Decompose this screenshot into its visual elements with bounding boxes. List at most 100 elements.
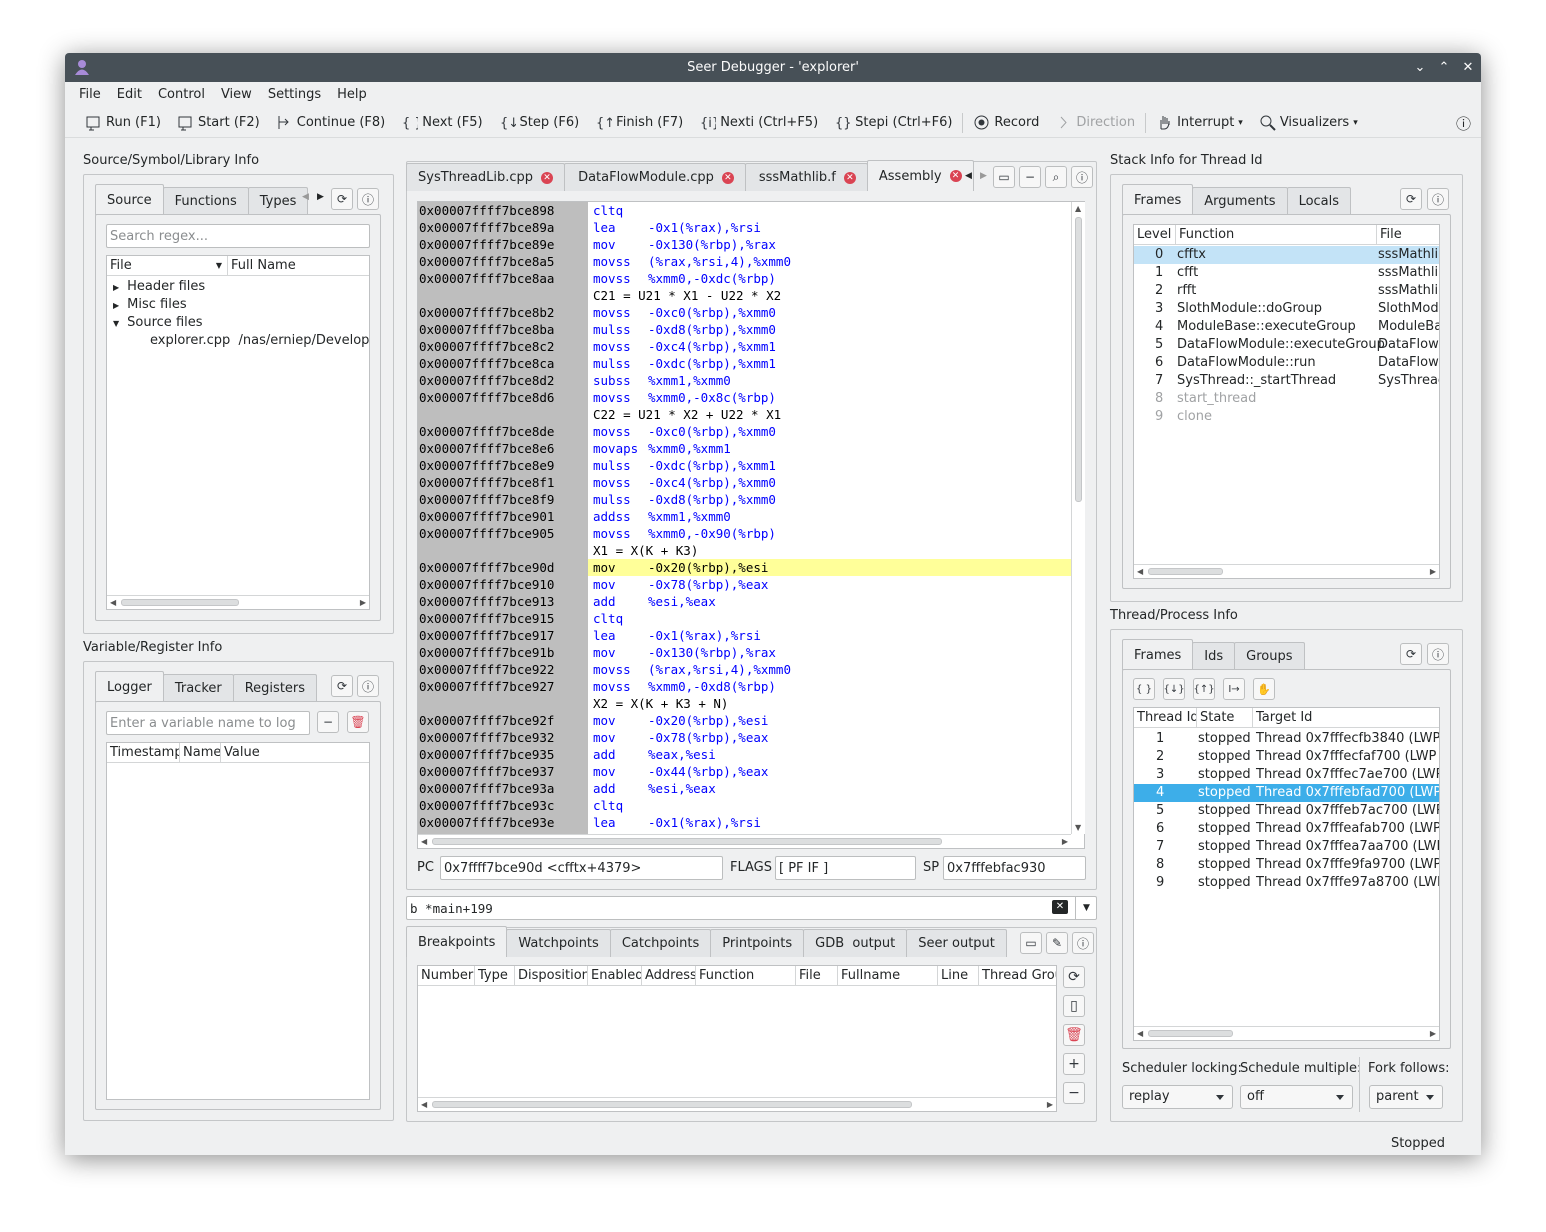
tab-printpoints[interactable]: Printpoints <box>710 929 805 957</box>
instruction-row[interactable]: 0x00007ffff7bce8ba mulss -0xd8(%rbp),%xmm0 <box>418 321 1073 338</box>
close-file-button[interactable]: − <box>1019 166 1041 188</box>
tab-scroll-left-icon[interactable]: ◀ <box>965 171 972 181</box>
step-button[interactable]: {↓}Step (F6) <box>491 110 588 136</box>
delete-breakpoint-button[interactable]: 🗑 <box>1063 1024 1085 1046</box>
tab-gdb-output[interactable]: GDB output <box>803 929 908 957</box>
source-line[interactable]: X1 = X(K + K3) <box>418 542 1073 559</box>
run-button[interactable]: Run (F1) <box>77 110 169 136</box>
tab-catchpoints[interactable]: Catchpoints <box>609 929 712 957</box>
stack-frame-row[interactable]: 9 clone <box>1134 408 1439 426</box>
nexti-button[interactable]: {i} Nexti (Ctrl+F5) <box>691 110 826 136</box>
instruction-row[interactable]: 0x00007ffff7bce935 add %eax,%esi <box>418 746 1073 763</box>
column-thread-group[interactable]: Thread Grou <box>979 966 1056 985</box>
source-line[interactable]: X2 = X(K + K3 + N) <box>418 695 1073 712</box>
instruction-row[interactable]: 0x00007ffff7bce910 mov -0x78(%rbp),%eax <box>418 576 1073 593</box>
tab-scroll-right-icon[interactable]: ▶ <box>317 192 324 202</box>
column-target-id[interactable]: Target Id <box>1253 708 1439 727</box>
instruction-row[interactable]: 0x00007ffff7bce93a add %esi,%eax <box>418 780 1073 797</box>
column-name[interactable]: Name <box>180 743 221 762</box>
column-enabled[interactable]: Enabled <box>588 966 642 985</box>
thread-step-button[interactable]: {↓} <box>1163 678 1185 700</box>
delete-button[interactable]: 🗑 <box>347 711 369 733</box>
tree-item-explorer-cpp[interactable]: explorer.cpp /nas/erniep/Developm <box>113 332 369 350</box>
instruction-row[interactable]: 0x00007ffff7bce8e6 movaps %xmm0,%xmm1 <box>418 440 1073 457</box>
assembly-view[interactable]: 0x00007ffff7bce898 cltq 0x00007ffff7bce89a… <box>418 202 1073 834</box>
stack-frame-row[interactable]: 4 ModuleBase::executeGroup ModuleBa <box>1134 318 1439 336</box>
menu-settings[interactable]: Settings <box>260 87 329 102</box>
variable-name-input[interactable]: Enter a variable name to log <box>106 711 310 735</box>
instruction-row[interactable]: 0x00007ffff7bce913 add %esi,%eax <box>418 593 1073 610</box>
tab-ids[interactable]: Ids <box>1192 642 1236 670</box>
stack-frame-row[interactable]: 5 DataFlowModule::executeGroup DataFlowl <box>1134 336 1439 354</box>
tab-watchpoints[interactable]: Watchpoints <box>506 929 611 957</box>
tab-arguments[interactable]: Arguments <box>1192 187 1288 215</box>
tree-item-misc-files[interactable]: ▶ Misc files <box>113 296 369 314</box>
menu-file[interactable]: File <box>71 87 109 102</box>
column-function[interactable]: Function <box>696 966 796 985</box>
column-value[interactable]: Value <box>221 743 369 762</box>
tree-item-header-files[interactable]: ▶ Header files <box>113 278 369 296</box>
stack-frame-row[interactable]: 3 SlothModule::doGroup SlothMod <box>1134 300 1439 318</box>
menu-control[interactable]: Control <box>150 87 213 102</box>
thread-row[interactable]: 4 stopped Thread 0x7fffebfad700 (LWP 1 <box>1134 784 1439 802</box>
column-function[interactable]: Function <box>1176 225 1377 244</box>
clear-input-icon[interactable]: ✕ <box>1052 900 1068 914</box>
scheduler-locking-select[interactable]: replay <box>1122 1085 1233 1109</box>
stepi-button[interactable]: {} Stepi (Ctrl+F6) <box>826 110 960 136</box>
tab-systhreadlib[interactable]: SysThreadLib.cpp ✕ <box>406 163 566 191</box>
source-line[interactable]: C21 = U21 * X1 - U22 * X2 <box>418 287 1073 304</box>
command-input[interactable]: b *main+199 <box>406 896 1097 920</box>
column-type[interactable]: Type <box>475 966 515 985</box>
instruction-row[interactable]: 0x00007ffff7bce92f mov -0x20(%rbp),%esi <box>418 712 1073 729</box>
column-file[interactable]: File ▼ <box>107 256 228 275</box>
column-state[interactable]: State <box>1197 708 1253 727</box>
open-log-button[interactable]: ▭ <box>1020 932 1042 954</box>
thread-row[interactable]: 2 stopped Thread 0x7fffecfaf700 (LWP 18 <box>1134 748 1439 766</box>
tab-logger[interactable]: Logger <box>95 671 164 702</box>
info-button[interactable]: ⓘ <box>1071 166 1093 188</box>
instruction-row[interactable]: 0x00007ffff7bce8d6 movss %xmm0,-0x8c(%rbp) <box>418 389 1073 406</box>
tab-scroll-right-icon[interactable]: ▶ <box>980 171 987 181</box>
start-button[interactable]: Start (F2) <box>169 110 268 136</box>
menu-help[interactable]: Help <box>329 87 375 102</box>
thread-row[interactable]: 8 stopped Thread 0x7fffe9fa9700 (LWP 1 <box>1134 856 1439 874</box>
instruction-row[interactable]: 0x00007ffff7bce91b mov -0x130(%rbp),%rax <box>418 644 1073 661</box>
source-search-input[interactable]: Search regex... <box>106 224 370 248</box>
refresh-button[interactable]: ⟳ <box>1400 643 1422 665</box>
thread-row[interactable]: 9 stopped Thread 0x7fffe97a8700 (LWP 1 <box>1134 874 1439 892</box>
tab-breakpoints[interactable]: Breakpoints <box>406 926 508 957</box>
instruction-row[interactable]: 0x00007ffff7bce8f9 mulss -0xd8(%rbp),%xmm0 <box>418 491 1073 508</box>
instruction-row[interactable]: 0x00007ffff7bce927 movss %xmm0,-0xd8(%rbp) <box>418 678 1073 695</box>
instruction-row[interactable]: 0x00007ffff7bce8d2 subss %xmm1,%xmm0 <box>418 372 1073 389</box>
command-history-dropdown-icon[interactable]: ▼ <box>1075 896 1097 920</box>
finish-button[interactable]: {↑} Finish (F7) <box>587 110 691 136</box>
close-tab-icon[interactable]: ✕ <box>949 170 962 182</box>
sp-field[interactable]: 0x7fffebfac930 <box>943 856 1086 880</box>
column-file[interactable]: File <box>1377 225 1439 244</box>
open-file-button[interactable]: ▭ <box>993 166 1015 188</box>
breakpoints-hscrollbar[interactable]: ◀ ▶ <box>418 1097 1056 1111</box>
tab-seer-output[interactable]: Seer output <box>906 929 1007 957</box>
instruction-row[interactable]: 0x00007ffff7bce89e mov -0x130(%rbp),%rax <box>418 236 1073 253</box>
instruction-row[interactable]: 0x00007ffff7bce901 addss %xmm1,%xmm0 <box>418 508 1073 525</box>
maximize-icon[interactable]: ⌃ <box>1437 53 1451 82</box>
visualizers-button[interactable]: Visualizers ▾ <box>1251 110 1366 136</box>
instruction-row[interactable]: 0x00007ffff7bce93c cltq <box>418 797 1073 814</box>
info-button[interactable]: ⓘ <box>357 675 379 697</box>
current-instruction-row[interactable]: 0x00007ffff7bce90d mov -0x20(%rbp),%esi <box>418 559 1073 576</box>
interrupt-button[interactable]: Interrupt ▾ <box>1148 110 1251 136</box>
instruction-row[interactable]: 0x00007ffff7bce89a lea -0x1(%rax),%rsi <box>418 219 1073 236</box>
assembly-hscrollbar[interactable]: ◀ ▶ <box>418 834 1071 848</box>
fork-follows-select[interactable]: parent <box>1369 1085 1443 1109</box>
thread-hscrollbar[interactable]: ◀ ▶ <box>1134 1026 1439 1040</box>
instruction-row[interactable]: 0x00007ffff7bce8b2 movss -0xc0(%rbp),%xmm0 <box>418 304 1073 321</box>
refresh-button[interactable]: ⟳ <box>331 675 353 697</box>
tab-frames[interactable]: Frames <box>1122 184 1194 215</box>
column-thread-id[interactable]: Thread Id <box>1134 708 1197 727</box>
flags-field[interactable]: [ PF IF ] <box>775 856 916 880</box>
instruction-row[interactable]: 0x00007ffff7bce932 mov -0x78(%rbp),%eax <box>418 729 1073 746</box>
source-tree-hscrollbar[interactable]: ◀ ▶ <box>107 595 369 609</box>
tab-tracker[interactable]: Tracker <box>162 674 234 702</box>
close-tab-icon[interactable]: ✕ <box>843 171 856 184</box>
stack-frame-row[interactable]: 7 SysThread::_startThread SysThreac <box>1134 372 1439 390</box>
